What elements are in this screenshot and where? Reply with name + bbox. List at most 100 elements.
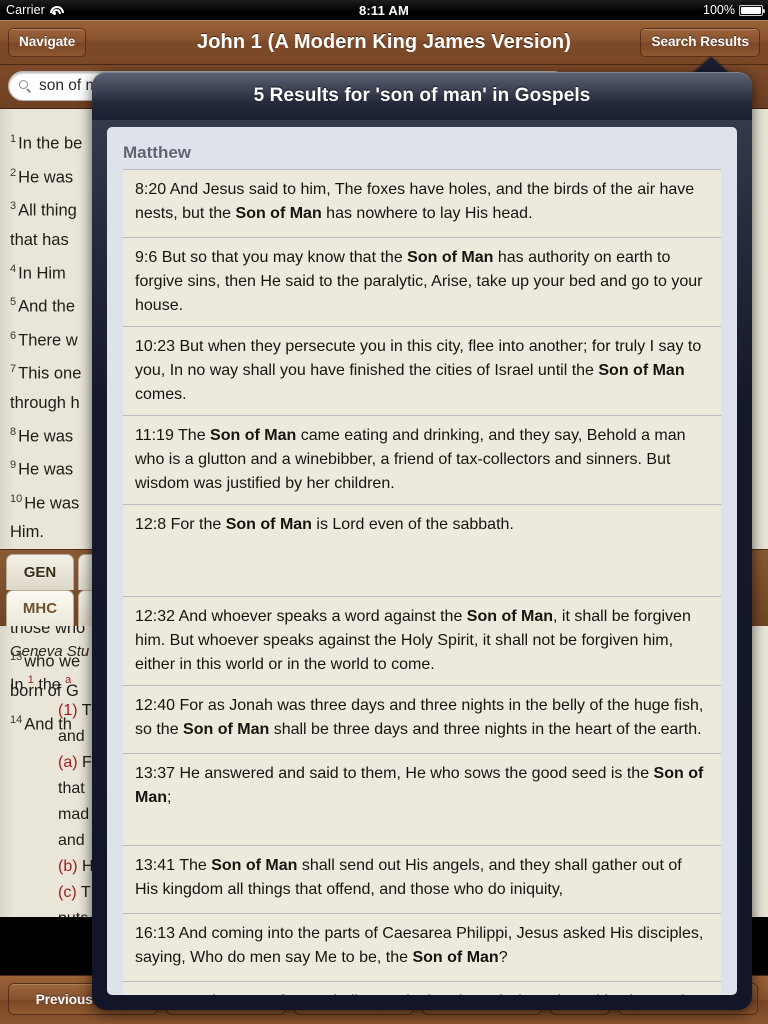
verse-text: In Him: [18, 264, 66, 282]
commentary-marker[interactable]: (c): [58, 884, 77, 901]
commentary-text: the: [33, 676, 66, 694]
battery-percent-label: 100%: [703, 3, 735, 17]
verse-ref: 11:19: [135, 427, 179, 444]
verse-number: 9: [10, 459, 17, 471]
tab-gen[interactable]: GEN: [6, 554, 74, 590]
verse-text: There w: [18, 331, 78, 349]
ipad-screen: Carrier 8:11 AM 100% John 1 (A Modern Ki…: [0, 0, 768, 1024]
verse-ref: 8:20: [135, 181, 170, 198]
verse-number: 7: [10, 363, 17, 375]
search-result-row[interactable]: 16:13 And coming into the parts of Caesa…: [123, 914, 721, 982]
verse-text: He was: [18, 427, 74, 445]
popover-title: 5 Results for 'son of man' in Gospels: [253, 85, 591, 106]
verse-text: He was: [18, 460, 74, 479]
verse-number: 5: [10, 296, 17, 308]
verse-text: In the be: [18, 134, 83, 153]
verse-ref: 12:40: [135, 697, 180, 714]
search-results-panel[interactable]: Matthew 8:20 And Jesus said to him, The …: [107, 127, 737, 995]
commentary-text: mad: [58, 806, 90, 824]
verse-text: He was: [18, 168, 74, 186]
verse-snippet-part: The: [178, 427, 211, 444]
match-highlight: Son of Man: [598, 362, 685, 379]
verse-ref: 9:6: [135, 249, 162, 266]
commentary-text: and: [58, 832, 85, 850]
verse-snippet-part: He answered and said to them, He who sow…: [179, 765, 654, 782]
verse-ref: 13:37: [135, 765, 180, 782]
top-navigation-bar: John 1 (A Modern King James Version) Nav…: [0, 20, 768, 65]
match-highlight: Son of Man: [235, 993, 321, 995]
verse-snippet-part: comes.: [135, 386, 187, 403]
verse-text: All thing: [18, 201, 77, 220]
commentary-text: that: [58, 780, 85, 798]
verse-number: 3: [10, 200, 17, 212]
search-results-popover: 5 Results for 'son of man' in Gospels Ma…: [92, 72, 752, 1010]
search-result-row[interactable]: 9:6 But so that you may know that the So…: [123, 238, 721, 327]
tab-mhc[interactable]: MHC: [6, 590, 74, 626]
verse-snippet-part: But so that you may know that the: [161, 249, 408, 266]
commentary-text: In: [10, 676, 28, 694]
verse-text: Him.: [10, 523, 44, 541]
verse-number: 6: [10, 329, 17, 342]
verse-text: through h: [10, 393, 80, 412]
verse-snippet-part: is Lord even of the sabbath.: [311, 516, 514, 533]
verse-snippet-part: ?: [498, 949, 508, 966]
commentary-text: and: [58, 728, 85, 746]
match-highlight: Son of Man: [211, 857, 298, 874]
navigate-button[interactable]: Navigate: [8, 28, 87, 57]
verse-number: 4: [10, 262, 17, 275]
verse-ref: 16:13: [135, 925, 179, 942]
search-results-list: 8:20 And Jesus said to him, The foxes ha…: [123, 169, 721, 995]
search-result-row[interactable]: 8:20 And Jesus said to him, The foxes ha…: [123, 170, 721, 238]
commentary-marker[interactable]: (b): [58, 858, 78, 875]
match-highlight: Son of Man: [225, 516, 312, 533]
verse-text: This one: [18, 364, 82, 383]
verse-text: He was: [24, 494, 80, 512]
commentary-text: F: [82, 754, 92, 772]
commentary-marker[interactable]: (a): [58, 754, 78, 771]
verse-snippet-part: has nowhere to lay His head.: [321, 205, 533, 222]
commentary-superscript[interactable]: a: [65, 674, 71, 686]
verse-number: 2: [10, 166, 17, 179]
match-highlight: Son of Man: [412, 949, 499, 966]
verse-snippet-part: shall be three days and three nights in …: [269, 721, 702, 738]
commentary-marker[interactable]: (1): [58, 702, 78, 719]
verse-ref: 13:41: [135, 857, 180, 874]
commentary-text: T: [80, 884, 91, 902]
verse-snippet-part: For the: [179, 993, 234, 995]
search-result-row[interactable]: 12:40 For as Jonah was three days and th…: [123, 686, 721, 754]
search-result-row[interactable]: 10:23 But when they persecute you in thi…: [123, 327, 721, 416]
popover-title-bar: 5 Results for 'son of man' in Gospels: [92, 72, 752, 120]
search-result-row[interactable]: 16:27 For the Son of Man shall come in t…: [123, 982, 721, 995]
verse-ref: 12:32: [135, 608, 179, 625]
verse-ref: 16:27: [135, 993, 179, 995]
search-icon: [19, 79, 32, 93]
verse-number: 10: [10, 492, 23, 505]
verse-number: 1: [10, 133, 17, 145]
section-header-matthew: Matthew: [123, 143, 191, 162]
match-highlight: Son of Man: [407, 249, 494, 266]
search-results-button[interactable]: Search Results: [640, 28, 760, 57]
commentary-text: T: [81, 702, 92, 720]
verse-snippet-part: And whoever speaks a word against the: [178, 608, 467, 625]
search-result-row[interactable]: 12:8 For the Son of Man is Lord even of …: [123, 505, 721, 597]
verse-snippet-part: For the: [170, 516, 226, 533]
verse-text: that has: [10, 230, 69, 249]
search-result-row[interactable]: 11:19 The Son of Man came eating and dri…: [123, 416, 721, 505]
verse-snippet-part: ;: [167, 789, 172, 806]
status-bar-clock: 8:11 AM: [358, 2, 410, 18]
verse-snippet-part: The: [179, 857, 212, 874]
match-highlight: Son of Man: [466, 608, 553, 625]
status-bar: Carrier 8:11 AM 100%: [0, 0, 768, 20]
verse-text: And the: [18, 297, 76, 316]
search-result-row[interactable]: 13:41 The Son of Man shall send out His …: [123, 846, 721, 914]
match-highlight: Son of Man: [235, 205, 322, 222]
match-highlight: Son of Man: [210, 427, 297, 444]
verse-ref: 10:23: [135, 338, 180, 355]
search-result-row[interactable]: 12:32 And whoever speaks a word against …: [123, 597, 721, 686]
verse-number: 8: [10, 425, 17, 438]
battery-icon: [739, 4, 765, 16]
status-bar-right: 100%: [703, 3, 765, 17]
verse-ref: 12:8: [135, 516, 171, 533]
commentary-text: puts: [58, 910, 88, 917]
search-result-row[interactable]: 13:37 He answered and said to them, He w…: [123, 754, 721, 846]
